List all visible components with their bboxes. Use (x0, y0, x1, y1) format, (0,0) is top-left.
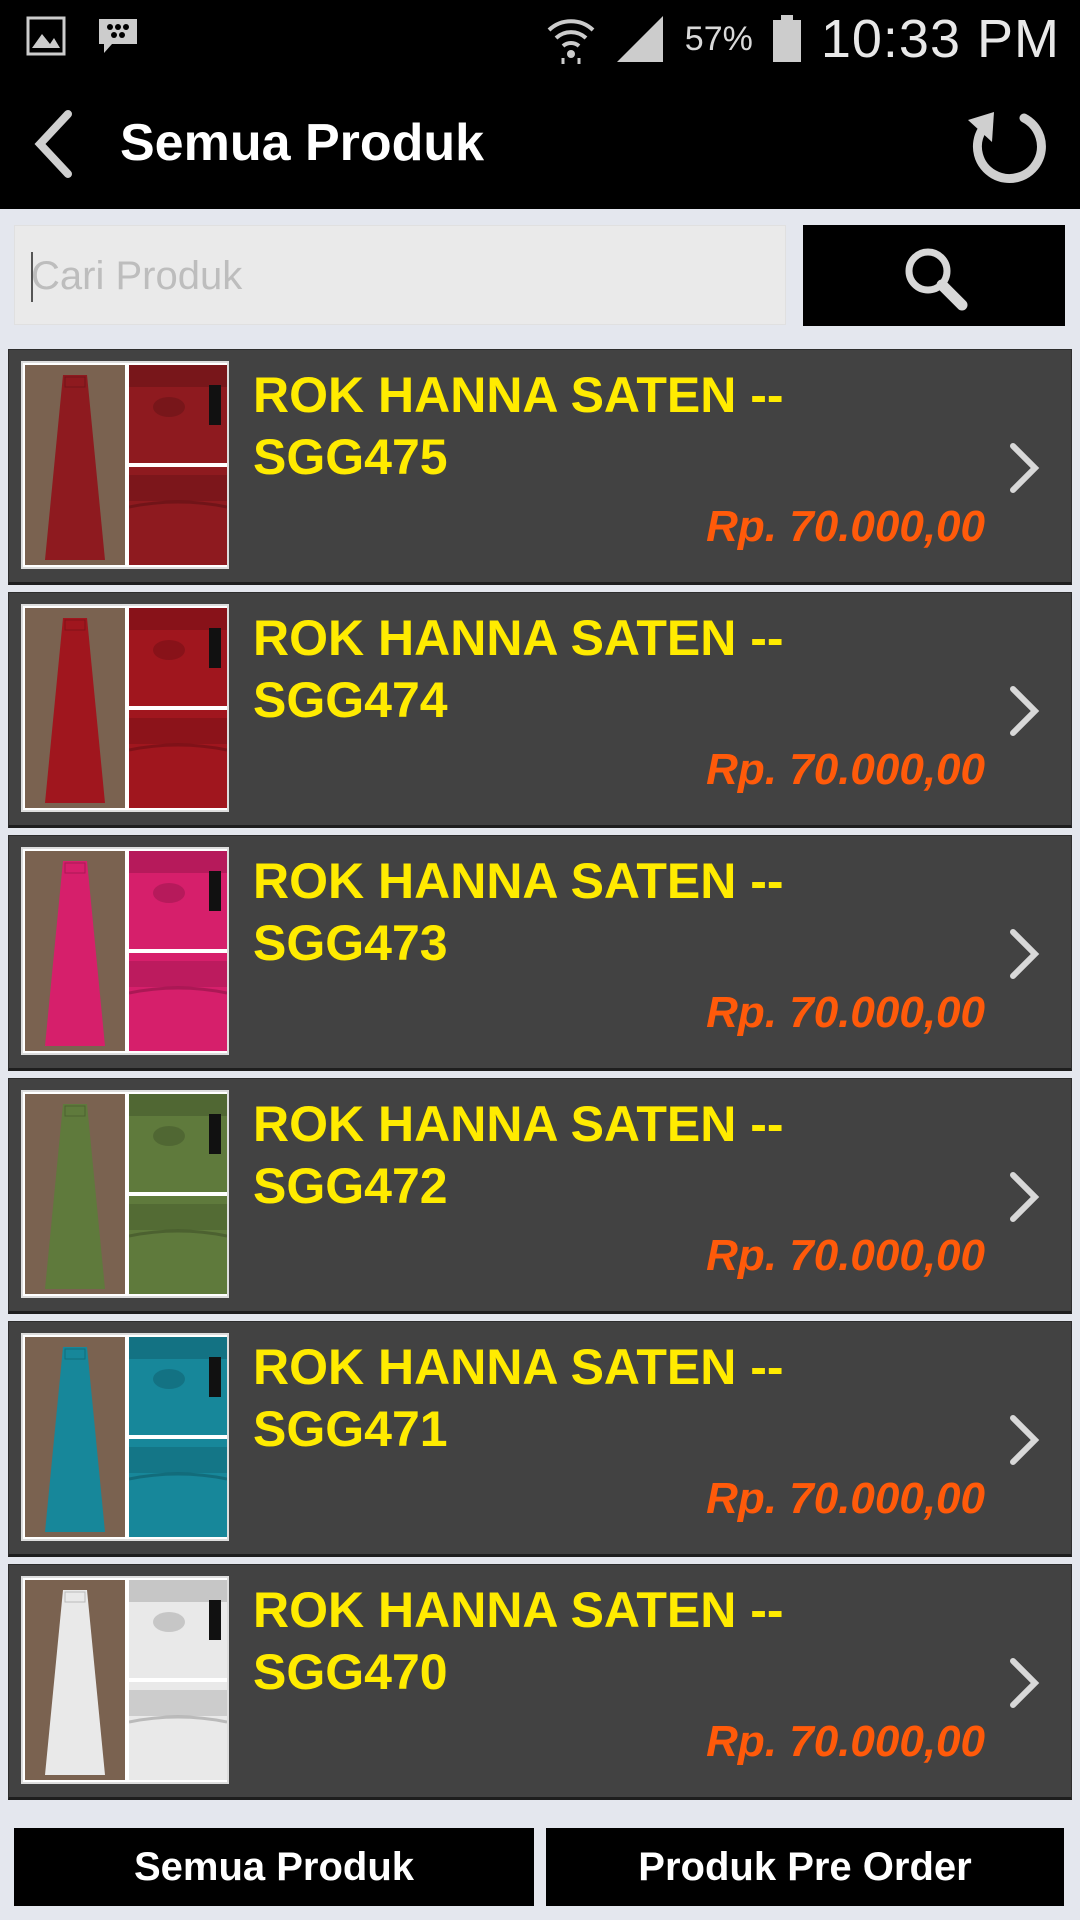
product-image-full (25, 365, 125, 565)
product-price: Rp. 70.000,00 (706, 1231, 985, 1280)
product-thumbnail (21, 361, 229, 569)
search-icon (905, 248, 968, 311)
status-bar: 57% 10:33 PM (0, 0, 1080, 78)
wifi-icon (547, 19, 595, 64)
bbm-icon (99, 19, 137, 53)
product-price: Rp. 70.000,00 (706, 1474, 985, 1523)
chevron-right-icon (1010, 1658, 1040, 1708)
product-image-full (25, 851, 125, 1051)
chevron-right-icon (1010, 1172, 1040, 1222)
product-image-waist (129, 1682, 227, 1780)
product-image-detail (129, 851, 227, 949)
chevron-left-icon[interactable] (30, 108, 80, 180)
battery-percent: 57% (684, 19, 753, 58)
search-input[interactable]: Cari Produk (14, 225, 786, 325)
product-image-waist (129, 1439, 227, 1537)
chevron-right-icon (1010, 929, 1040, 979)
bottom-nav: Semua Produk Produk Pre Order (0, 1818, 1080, 1920)
tab-pre-order[interactable]: Produk Pre Order (546, 1828, 1064, 1906)
search-placeholder: Cari Produk (31, 254, 243, 298)
list-item[interactable]: ROK HANNA SATEN -- SGG474 Rp. 70.000,00 (8, 592, 1072, 828)
product-image-waist (129, 710, 227, 808)
gallery-icon (26, 16, 66, 56)
product-name: ROK HANNA SATEN -- SGG474 (253, 610, 784, 728)
product-list: ROK HANNA SATEN -- SGG475 Rp. 70.000,00 (8, 349, 1072, 1807)
product-thumbnail (21, 1576, 229, 1784)
product-image-detail (129, 608, 227, 706)
product-name: ROK HANNA SATEN -- SGG473 (253, 853, 784, 971)
clock: 10:33 PM (820, 9, 1060, 69)
product-thumbnail (21, 847, 229, 1055)
product-price: Rp. 70.000,00 (706, 745, 985, 794)
product-image-waist (129, 953, 227, 1051)
product-image-full (25, 1094, 125, 1294)
product-thumbnail (21, 1333, 229, 1541)
product-image-detail (129, 1337, 227, 1435)
product-image-full (25, 608, 125, 808)
list-item[interactable]: ROK HANNA SATEN -- SGG471 Rp. 70.000,00 (8, 1321, 1072, 1557)
search-bar: Cari Produk (0, 209, 1080, 339)
list-item[interactable]: ROK HANNA SATEN -- SGG473 Rp. 70.000,00 (8, 835, 1072, 1071)
product-image-waist (129, 467, 227, 565)
search-button[interactable] (803, 225, 1065, 326)
product-image-detail (129, 1094, 227, 1192)
text-caret (31, 252, 33, 302)
refresh-icon[interactable] (964, 100, 1050, 186)
product-name: ROK HANNA SATEN -- SGG472 (253, 1096, 784, 1214)
product-image-full (25, 1337, 125, 1537)
battery-icon (772, 15, 801, 62)
product-name: ROK HANNA SATEN -- SGG470 (253, 1582, 784, 1700)
chevron-right-icon (1010, 1415, 1040, 1465)
product-image-waist (129, 1196, 227, 1294)
product-price: Rp. 70.000,00 (706, 988, 985, 1037)
list-item[interactable]: ROK HANNA SATEN -- SGG475 Rp. 70.000,00 (8, 349, 1072, 585)
list-item[interactable]: ROK HANNA SATEN -- SGG470 Rp. 70.000,00 (8, 1564, 1072, 1800)
list-item[interactable]: ROK HANNA SATEN -- SGG472 Rp. 70.000,00 (8, 1078, 1072, 1314)
tab-all-products[interactable]: Semua Produk (14, 1828, 534, 1906)
product-thumbnail (21, 604, 229, 812)
product-price: Rp. 70.000,00 (706, 502, 985, 551)
product-name: ROK HANNA SATEN -- SGG475 (253, 367, 784, 485)
product-thumbnail (21, 1090, 229, 1298)
chevron-right-icon (1010, 686, 1040, 736)
chevron-right-icon (1010, 443, 1040, 493)
product-image-detail (129, 365, 227, 463)
product-image-full (25, 1580, 125, 1780)
product-image-detail (129, 1580, 227, 1678)
product-name: ROK HANNA SATEN -- SGG471 (253, 1339, 784, 1457)
page-title: Semua Produk (120, 114, 485, 172)
signal-icon (616, 16, 663, 62)
app-bar: Semua Produk (0, 78, 1080, 209)
product-price: Rp. 70.000,00 (706, 1717, 985, 1766)
